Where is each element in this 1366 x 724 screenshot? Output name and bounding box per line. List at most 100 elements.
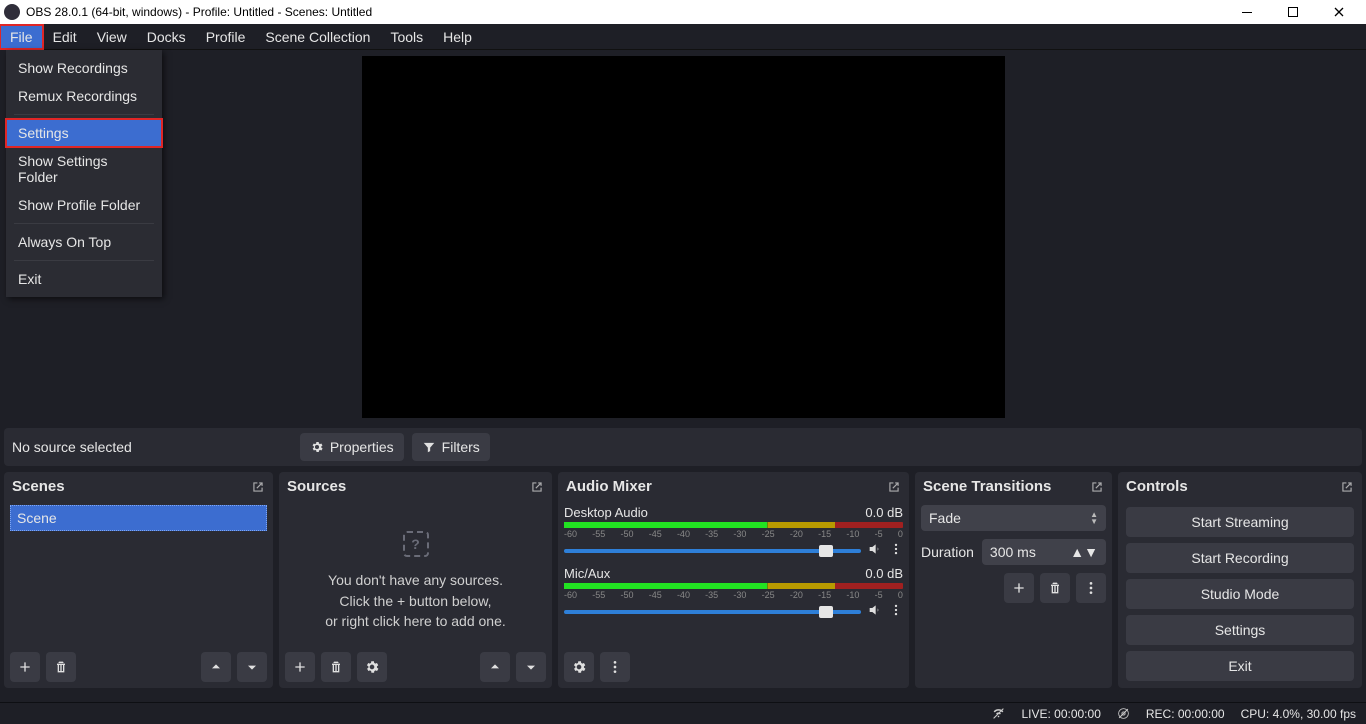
properties-button[interactable]: Properties [300,433,404,461]
filters-button[interactable]: Filters [412,433,490,461]
no-source-label: No source selected [12,439,132,455]
remove-scene-button[interactable] [46,652,76,682]
menu-show-profile-folder[interactable]: Show Profile Folder [6,191,162,219]
duration-value: 300 ms [990,544,1036,560]
sources-empty-line2: Click the + button below, [285,591,546,611]
menu-edit[interactable]: Edit [43,25,87,49]
spinner-icon[interactable]: ▲▼ [1090,511,1098,525]
menu-file[interactable]: File [0,25,43,49]
mixer-channel: Desktop Audio 0.0 dB -60-55-50-45-40-35-… [564,505,903,560]
status-rec: REC: 00:00:00 [1146,707,1225,721]
status-live: LIVE: 00:00:00 [1021,707,1100,721]
status-disk-icon [1117,707,1130,720]
scene-down-button[interactable] [237,652,267,682]
source-down-button[interactable] [516,652,546,682]
start-streaming-button[interactable]: Start Streaming [1126,507,1354,537]
filters-label: Filters [442,439,480,455]
menu-exit[interactable]: Exit [6,265,162,293]
menu-show-settings-folder[interactable]: Show Settings Folder [6,147,162,191]
status-network-icon [992,707,1005,720]
scene-item[interactable]: Scene [10,505,267,531]
question-placeholder-icon [403,531,429,557]
source-properties-button[interactable] [357,652,387,682]
popout-icon[interactable] [1340,480,1354,494]
sources-empty-line1: You don't have any sources. [285,570,546,590]
controls-title: Controls [1126,478,1188,495]
status-cpu: CPU: 4.0%, 30.00 fps [1241,707,1356,721]
remove-source-button[interactable] [321,652,351,682]
source-context-toolbar: No source selected Properties Filters [4,428,1362,466]
sources-empty-line3: or right click here to add one. [285,611,546,631]
popout-icon[interactable] [530,480,544,494]
window-minimize-button[interactable] [1224,0,1270,24]
mixer-menu-button[interactable] [600,652,630,682]
add-transition-button[interactable] [1004,573,1034,603]
properties-label: Properties [330,439,394,455]
transitions-title: Scene Transitions [923,478,1051,495]
controls-exit-button[interactable]: Exit [1126,651,1354,681]
menu-profile[interactable]: Profile [196,25,256,49]
menu-help[interactable]: Help [433,25,482,49]
transitions-dock: Scene Transitions Fade ▲▼ Duration 300 m… [915,472,1112,688]
channel-menu-button[interactable] [889,541,903,560]
transition-current: Fade [929,510,961,526]
menu-settings[interactable]: Settings [6,119,162,147]
channel-name: Desktop Audio [564,505,865,520]
window-close-button[interactable] [1316,0,1362,24]
channel-db: 0.0 dB [865,566,903,581]
menu-separator [14,223,154,224]
remove-transition-button[interactable] [1040,573,1070,603]
menu-remux-recordings[interactable]: Remux Recordings [6,82,162,110]
menu-tools[interactable]: Tools [380,25,433,49]
mixer-title: Audio Mixer [566,478,652,495]
source-up-button[interactable] [480,652,510,682]
mixer-scale: -60-55-50-45-40-35-30-25-20-15-10-50 [564,590,903,600]
sources-empty-state[interactable]: You don't have any sources. Click the + … [285,505,546,631]
menu-separator [14,260,154,261]
transition-select[interactable]: Fade ▲▼ [921,505,1106,531]
channel-menu-button[interactable] [889,602,903,621]
popout-icon[interactable] [887,480,901,494]
obs-app-icon [4,4,20,20]
menu-show-recordings[interactable]: Show Recordings [6,54,162,82]
menu-bar: File Edit View Docks Profile Scene Colle… [0,24,1366,50]
menu-always-on-top[interactable]: Always On Top [6,228,162,256]
mixer-settings-button[interactable] [564,652,594,682]
controls-dock: Controls Start Streaming Start Recording… [1118,472,1362,688]
controls-settings-button[interactable]: Settings [1126,615,1354,645]
scene-up-button[interactable] [201,652,231,682]
start-recording-button[interactable]: Start Recording [1126,543,1354,573]
speaker-icon[interactable] [867,602,883,621]
sources-dock: Sources You don't have any sources. Clic… [279,472,552,688]
sources-title: Sources [287,478,346,495]
speaker-icon[interactable] [867,541,883,560]
window-titlebar: OBS 28.0.1 (64-bit, windows) - Profile: … [0,0,1366,24]
transition-menu-button[interactable] [1076,573,1106,603]
status-bar: LIVE: 00:00:00 REC: 00:00:00 CPU: 4.0%, … [0,702,1366,724]
menu-scene-collection[interactable]: Scene Collection [255,25,380,49]
window-maximize-button[interactable] [1270,0,1316,24]
menu-view[interactable]: View [87,25,137,49]
duration-input[interactable]: 300 ms ▲▼ [982,539,1106,565]
popout-icon[interactable] [1090,480,1104,494]
volume-slider[interactable] [564,549,861,553]
audio-meter [564,583,903,589]
add-scene-button[interactable] [10,652,40,682]
volume-slider[interactable] [564,610,861,614]
add-source-button[interactable] [285,652,315,682]
mixer-channel: Mic/Aux 0.0 dB -60-55-50-45-40-35-30-25-… [564,566,903,621]
preview-canvas[interactable] [362,56,1005,418]
audio-meter [564,522,903,528]
studio-mode-button[interactable]: Studio Mode [1126,579,1354,609]
scenes-dock: Scenes Scene [4,472,273,688]
menu-separator [14,114,154,115]
spinner-icon[interactable]: ▲▼ [1070,544,1098,560]
duration-label: Duration [921,544,974,560]
menu-docks[interactable]: Docks [137,25,196,49]
file-menu-dropdown: Show Recordings Remux Recordings Setting… [6,50,162,297]
channel-name: Mic/Aux [564,566,865,581]
audio-mixer-dock: Audio Mixer Desktop Audio 0.0 dB -60-55-… [558,472,909,688]
popout-icon[interactable] [251,480,265,494]
channel-db: 0.0 dB [865,505,903,520]
preview-area [0,50,1366,424]
